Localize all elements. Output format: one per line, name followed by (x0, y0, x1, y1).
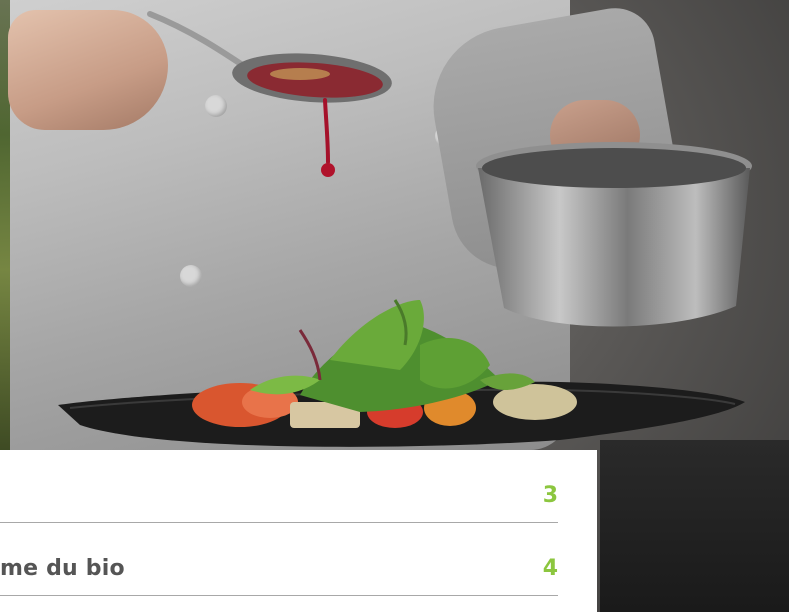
toc-entry-page: 4 (542, 556, 558, 581)
toc-entry-page: 3 (542, 483, 558, 508)
toc-entry-title: me du bio (0, 556, 125, 581)
table-of-contents: 3 me du bio 4 (0, 450, 597, 612)
hero-photo: 3 me du bio 4 (0, 0, 789, 612)
toc-entry[interactable]: 3 (0, 450, 558, 523)
toc-entry[interactable]: me du bio 4 (0, 523, 558, 596)
